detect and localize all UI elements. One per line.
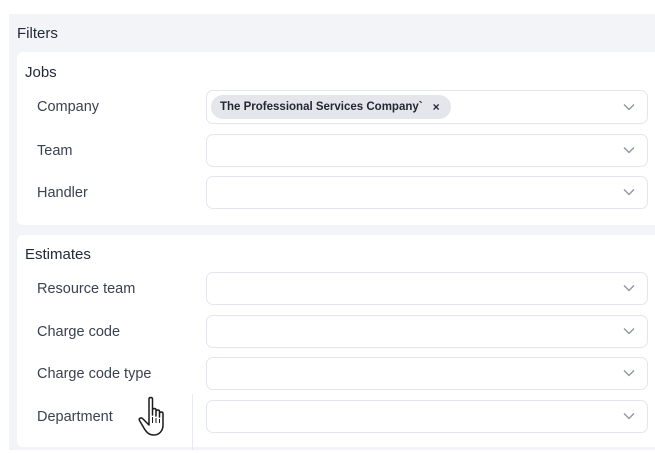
team-label: Team: [37, 143, 73, 159]
company-select[interactable]: The Professional Services Company` ×: [206, 90, 648, 124]
company-chip: The Professional Services Company` ×: [211, 95, 451, 119]
handler-label: Handler: [37, 185, 88, 201]
charge-code-label: Charge code: [37, 324, 121, 340]
chevron-down-icon[interactable]: [623, 188, 635, 196]
divider: [192, 394, 193, 450]
charge-code-type-label: Charge code type: [37, 366, 152, 382]
jobs-title: Jobs: [25, 64, 57, 81]
chip-remove-icon[interactable]: ×: [433, 100, 440, 114]
chevron-down-icon[interactable]: [623, 327, 635, 335]
hand-pointer-icon: [138, 396, 164, 436]
chevron-down-icon[interactable]: [623, 412, 635, 420]
chevron-down-icon[interactable]: [623, 103, 635, 111]
handler-select[interactable]: [206, 176, 648, 209]
resource-team-select[interactable]: [206, 272, 648, 305]
team-select[interactable]: [206, 134, 648, 167]
filters-title: Filters: [17, 25, 58, 42]
estimates-title: Estimates: [25, 246, 91, 263]
charge-code-type-select[interactable]: [206, 357, 648, 390]
charge-code-select[interactable]: [206, 315, 648, 348]
resource-team-label: Resource team: [37, 281, 136, 297]
chevron-down-icon[interactable]: [623, 369, 635, 377]
company-label: Company: [37, 99, 100, 115]
chevron-down-icon[interactable]: [623, 284, 635, 292]
department-label: Department: [37, 409, 113, 425]
company-chip-label: The Professional Services Company`: [220, 101, 423, 113]
department-select[interactable]: [206, 400, 648, 433]
chevron-down-icon[interactable]: [623, 146, 635, 154]
